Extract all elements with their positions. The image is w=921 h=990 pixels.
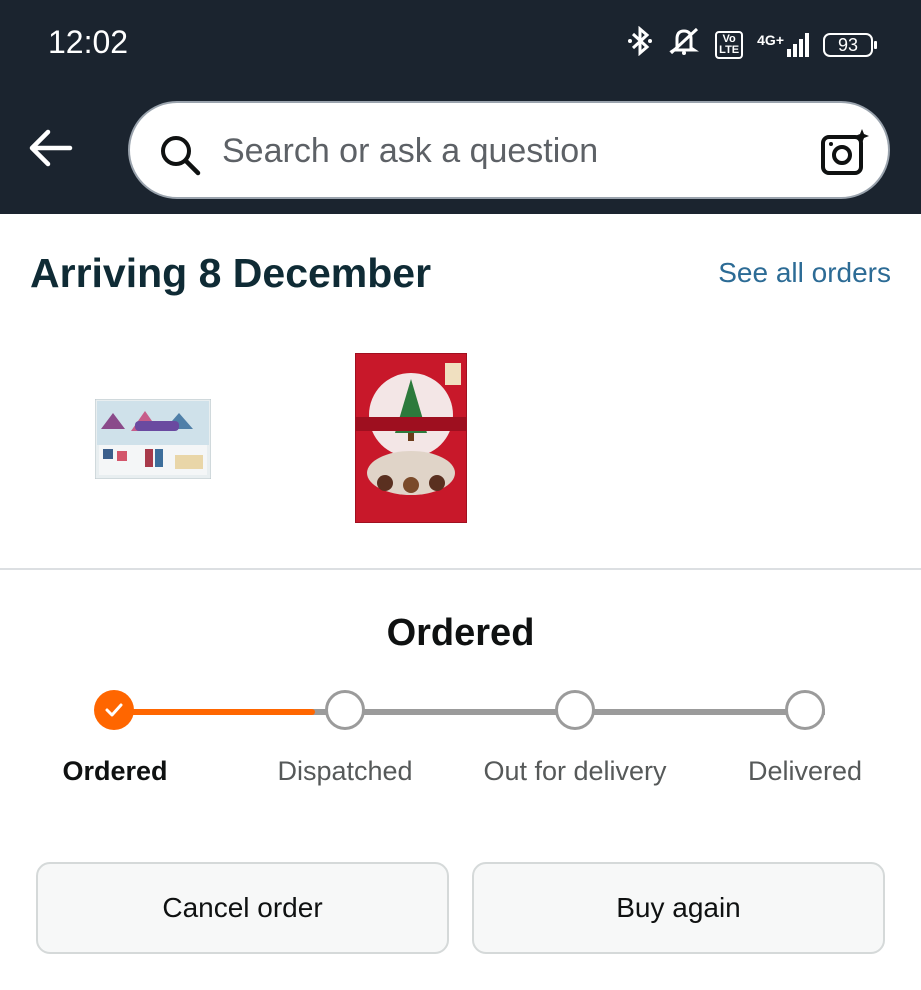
step-ordered-check-icon <box>94 690 134 730</box>
signal-icon: 4G+ <box>757 31 809 57</box>
search-icon <box>161 136 201 176</box>
step-label-delivered: Delivered <box>747 756 863 786</box>
step-dispatched-circle-icon <box>325 690 365 730</box>
shipment-status-title: Ordered <box>386 612 535 654</box>
network-type: 4G+ <box>757 31 784 48</box>
product-image-adventskalender[interactable] <box>354 352 468 528</box>
product-image-christmas-calendar[interactable] <box>94 398 212 484</box>
buy-again-button[interactable]: Buy again <box>472 862 885 954</box>
volte-icon: Vo LTE <box>715 30 744 59</box>
mute-icon <box>667 26 701 63</box>
back-button[interactable] <box>26 128 74 168</box>
arrival-title: Arriving 8 December <box>30 250 432 296</box>
step-label-out-for-delivery: Out for delivery <box>483 756 667 786</box>
battery-level: 93 <box>837 34 859 55</box>
see-all-orders-link[interactable]: See all orders <box>718 257 891 289</box>
step-out-for-delivery-circle-icon <box>555 690 595 730</box>
battery-icon: 93 <box>823 32 877 57</box>
step-label-dispatched: Dispatched <box>277 756 413 786</box>
search-bar[interactable] <box>128 101 890 199</box>
search-input[interactable] <box>222 121 782 181</box>
step-delivered-circle-icon <box>785 690 825 730</box>
progress-fill <box>115 709 315 715</box>
camera-search-icon[interactable] <box>820 127 870 177</box>
shipment-progress-tracker <box>0 680 921 750</box>
bluetooth-icon <box>627 25 653 63</box>
section-divider <box>0 568 921 570</box>
status-icons: Vo LTE 4G+ 93 <box>627 25 877 63</box>
arrow-left-icon <box>29 129 73 167</box>
cancel-order-button[interactable]: Cancel order <box>36 862 449 954</box>
top-bar: 12:02 Vo LTE 4G+ 93 <box>0 0 921 214</box>
step-label-ordered: Ordered <box>62 756 168 786</box>
status-time: 12:02 <box>48 24 129 60</box>
